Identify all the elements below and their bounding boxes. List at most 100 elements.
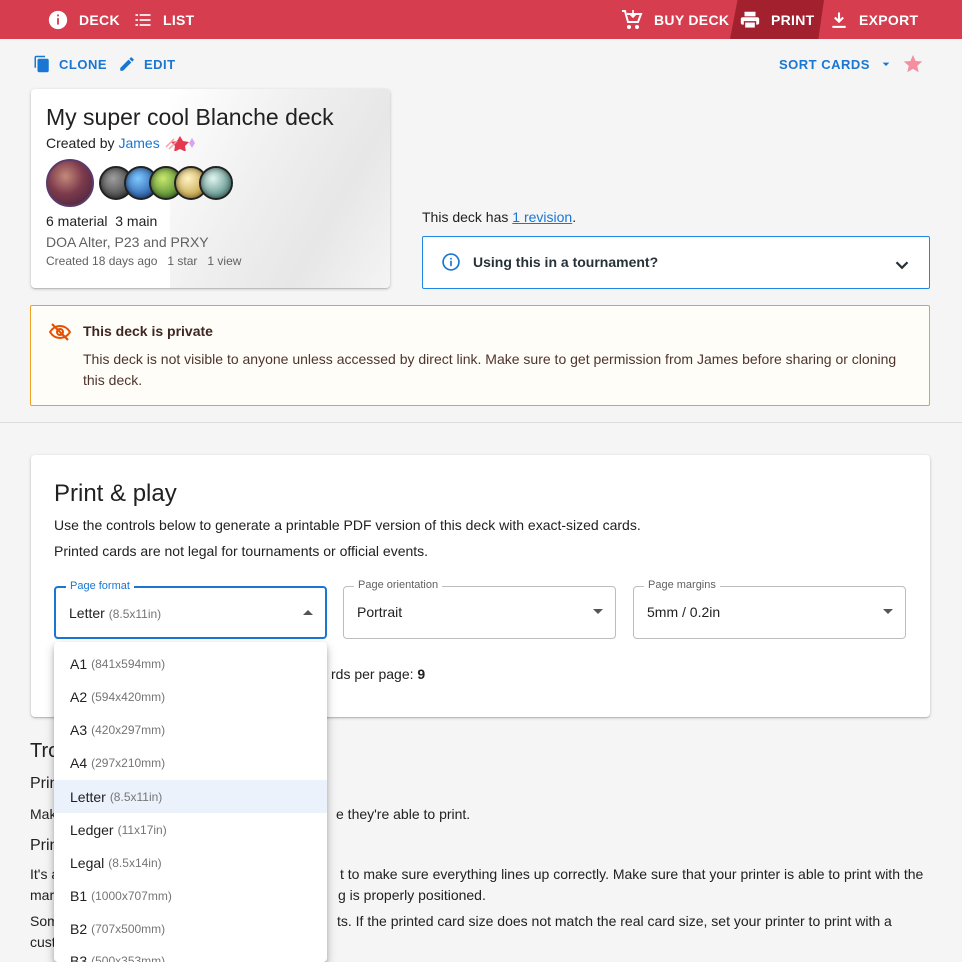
export-button[interactable]: EXPORT xyxy=(829,0,918,39)
revision-info: This deck has 1 revision. xyxy=(422,209,576,225)
pencil-icon xyxy=(120,57,134,71)
menu-option-a1[interactable]: A1 (841x594mm) xyxy=(54,647,327,680)
page-format-legend: Page format xyxy=(66,580,134,592)
edit-label: EDIT xyxy=(144,56,176,72)
text-fragment: g is properly positioned. xyxy=(338,887,486,903)
option-label: Ledger xyxy=(70,821,114,838)
deck-title: My super cool Blanche deck xyxy=(46,104,334,130)
sort-cards-button[interactable]: SORT CARDS xyxy=(779,54,894,74)
print-button[interactable]: PRINT xyxy=(739,0,815,39)
option-hint: (8.5x14in) xyxy=(108,855,162,870)
clone-button[interactable]: CLONE xyxy=(33,54,107,74)
printer-icon xyxy=(740,11,760,29)
star-icon[interactable] xyxy=(902,53,924,75)
cards-per-page: rds per page: 9 xyxy=(331,666,425,682)
created-by-prefix: Created by xyxy=(46,135,115,151)
menu-option-b2[interactable]: B2 (707x500mm) xyxy=(54,912,327,945)
option-hint: (11x17in) xyxy=(117,822,167,837)
cards-per-page-value: 9 xyxy=(417,666,426,682)
print-label: PRINT xyxy=(771,11,815,28)
text-fragment: mar xyxy=(30,887,55,903)
menu-option-letter[interactable]: Letter (8.5x11in) xyxy=(54,780,327,813)
deck-tab-label: DECK xyxy=(79,11,120,28)
export-label: EXPORT xyxy=(859,11,919,28)
section-divider xyxy=(0,422,962,423)
revision-prefix: This deck has xyxy=(422,209,513,225)
caret-down-icon xyxy=(593,609,603,614)
page-format-value: Letter (8.5x11in) xyxy=(69,605,161,621)
page-margins-legend: Page margins xyxy=(644,579,720,591)
buy-deck-label: BUY DECK xyxy=(654,11,730,28)
option-label: Letter xyxy=(70,788,106,805)
caret-down-icon xyxy=(883,609,893,614)
page-orientation-legend: Page orientation xyxy=(354,579,443,591)
menu-option-a2[interactable]: A2 (594x420mm) xyxy=(54,680,327,713)
menu-option-b3[interactable]: B3 (500x353mm) xyxy=(54,944,327,962)
option-hint: (1000x707mm) xyxy=(91,888,172,903)
menu-option-b1[interactable]: B1 (1000x707mm) xyxy=(54,879,327,912)
option-label: A3 xyxy=(70,721,88,738)
page-margins-select[interactable]: Page margins 5mm / 0.2in xyxy=(633,579,906,639)
edit-button[interactable]: EDIT xyxy=(118,54,176,74)
tournament-expander[interactable]: Using this in a tournament? xyxy=(422,236,930,289)
deck-tab[interactable]: DECK xyxy=(47,0,120,39)
author-link[interactable]: James xyxy=(118,135,159,151)
troubleshooting-text-1: Mak e they're able to print. xyxy=(30,806,470,822)
download-icon xyxy=(832,12,846,28)
text-fragment: t to make sure everything lines up corre… xyxy=(340,866,924,882)
troubleshooting-text-3: mar g is properly positioned. xyxy=(30,887,486,903)
list-tab[interactable]: LIST xyxy=(133,0,195,39)
option-hint: (420x297mm) xyxy=(91,722,166,737)
text-fragment: Mak xyxy=(30,806,57,822)
option-hint: (297x210mm) xyxy=(91,755,166,770)
option-label: B2 xyxy=(70,920,88,937)
page-format-menu: A1 (841x594mm) A2 (594x420mm) A3 (420x297mm… xyxy=(54,642,327,962)
troubleshooting-text-5: cust xyxy=(30,934,56,950)
deck-card-counts: 6 material 3 main xyxy=(46,213,158,229)
revision-suffix: . xyxy=(572,209,577,225)
option-label: B1 xyxy=(70,887,88,904)
option-hint: (707x500mm) xyxy=(91,921,166,936)
menu-option-ledger[interactable]: Ledger (11x17in) xyxy=(54,813,327,846)
option-label: B3 xyxy=(70,952,88,962)
caret-up-icon xyxy=(303,610,313,615)
revision-link[interactable]: 1 revision xyxy=(512,209,572,225)
list-tab-label: LIST xyxy=(163,11,195,28)
eye-off-icon xyxy=(48,323,72,341)
page-format-value-hint: (8.5x11in) xyxy=(108,607,162,621)
option-label: A4 xyxy=(70,754,88,771)
cards-per-page-label: rds per page: xyxy=(331,666,418,682)
page-orientation-select[interactable]: Page orientation Portrait xyxy=(343,579,616,639)
deck-meta: Created 18 days ago 1 star 1 view xyxy=(46,254,242,268)
page-margins-value: 5mm / 0.2in xyxy=(647,604,721,620)
badge-icon xyxy=(165,136,195,151)
menu-option-a3[interactable]: A3 (420x297mm) xyxy=(54,713,327,746)
menu-option-a4[interactable]: A4 (297x210mm) xyxy=(54,746,327,779)
chevron-down-icon xyxy=(895,261,909,270)
deck-sets: DOA Alter, P23 and PRXY xyxy=(46,234,209,250)
menu-option-legal[interactable]: Legal (8.5x14in) xyxy=(54,846,327,879)
option-hint: (841x594mm) xyxy=(91,656,166,671)
copy-icon xyxy=(34,55,49,73)
option-label: A2 xyxy=(70,688,88,705)
print-description: Use the controls below to generate a pri… xyxy=(54,517,641,533)
option-hint: (8.5x11in) xyxy=(109,789,163,804)
avatar xyxy=(46,159,94,207)
buy-deck-button[interactable]: BUY DECK xyxy=(620,0,729,39)
option-label: A1 xyxy=(70,655,88,672)
list-icon xyxy=(135,13,151,26)
sort-cards-label: SORT CARDS xyxy=(779,56,870,72)
info-icon xyxy=(48,10,68,29)
print-title: Print & play xyxy=(54,480,177,507)
option-hint: (500x353mm) xyxy=(91,953,166,962)
text-fragment: ts. If the printed card size does not ma… xyxy=(337,913,892,929)
private-notice-body: This deck is not visible to anyone unles… xyxy=(83,351,897,388)
text-fragment: e they're able to print. xyxy=(336,806,471,822)
created-by: Created by James xyxy=(46,135,198,151)
info-outline-icon xyxy=(442,253,460,271)
print-legal-note: Printed cards are not legal for tourname… xyxy=(54,543,429,559)
page-format-select[interactable]: Page format Letter (8.5x11in) xyxy=(54,580,327,639)
astra-element-icon xyxy=(199,166,233,200)
page-orientation-value: Portrait xyxy=(357,604,403,620)
tournament-label: Using this in a tournament? xyxy=(473,254,659,270)
